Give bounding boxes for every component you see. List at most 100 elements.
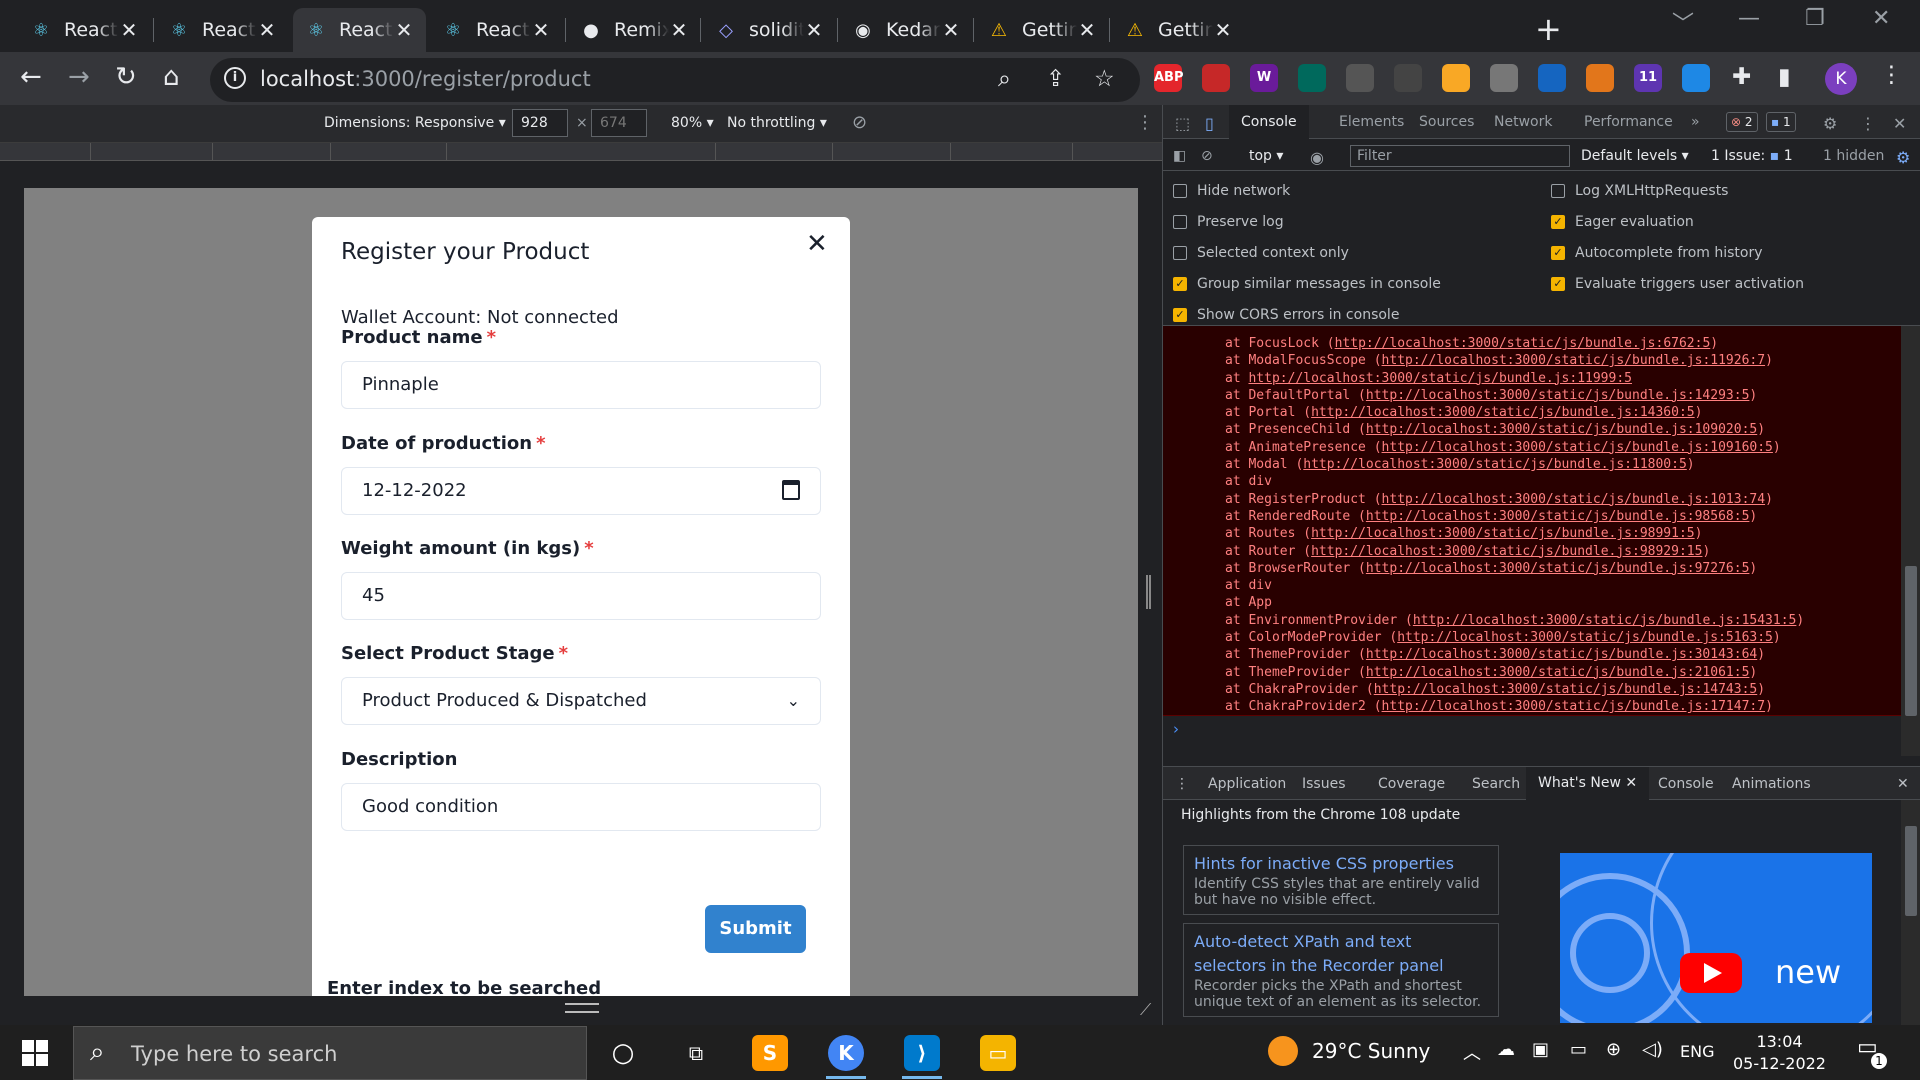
weather-text[interactable]: 29°C Sunny (1312, 1039, 1430, 1063)
w-icon[interactable]: W (1250, 64, 1278, 92)
tab-close-icon[interactable]: ✕ (531, 18, 551, 42)
close-tab-icon[interactable]: ✕ (1621, 775, 1637, 791)
product-name-input[interactable]: Pinnaple (341, 361, 821, 409)
minimize-icon[interactable]: — (1738, 6, 1760, 31)
viewport-width-input[interactable] (512, 109, 568, 137)
task-view-icon[interactable]: ⧉ (678, 1035, 714, 1071)
stack-link[interactable]: http://localhost:3000/static/js/bundle.j… (1366, 647, 1757, 662)
close-icon[interactable]: ✕ (806, 229, 828, 259)
browser-tab[interactable]: ⚛ React App✕ (293, 8, 426, 52)
browser-tab[interactable]: ● Remix - Ethereum IDE✕ (568, 8, 701, 52)
tab-close-icon[interactable]: ✕ (804, 18, 824, 42)
volume-icon[interactable]: ◁) (1642, 1039, 1663, 1060)
description-input[interactable]: Good condition (341, 783, 821, 831)
log-levels-select[interactable]: Default levels ▾ (1581, 148, 1689, 164)
cylinder-icon[interactable] (1346, 64, 1374, 92)
file-explorer-icon[interactable]: ▭ (980, 1035, 1016, 1071)
side-panel-icon[interactable]: ▮ (1778, 64, 1791, 90)
device-toggle-icon[interactable]: ▯ (1205, 114, 1214, 133)
viewport-height-handle[interactable] (565, 1003, 599, 1013)
stack-link[interactable]: http://localhost:3000/static/js/bundle.j… (1311, 405, 1695, 420)
console-option[interactable]: Log XMLHttpRequests (1551, 183, 1728, 199)
more-tabs-icon[interactable]: » (1691, 114, 1700, 130)
screen-ext-icon[interactable] (1682, 64, 1710, 92)
pdf-icon[interactable] (1202, 64, 1230, 92)
drawer-tab[interactable]: What's New ✕ (1526, 767, 1650, 800)
drawer-tab[interactable]: Animations (1732, 776, 1811, 792)
chart-ext-icon[interactable] (1298, 64, 1326, 92)
stack-link[interactable]: http://localhost:3000/static/js/bundle.j… (1366, 509, 1750, 524)
target-icon[interactable] (1394, 64, 1422, 92)
whatsnew-video-thumbnail[interactable]: new (1560, 853, 1872, 1023)
battery-icon[interactable]: ▭ (1570, 1039, 1587, 1060)
profile-avatar[interactable]: K (1825, 63, 1857, 95)
console-option[interactable]: Hide network (1173, 183, 1290, 199)
tab-close-icon[interactable]: ✕ (669, 18, 689, 42)
product-stage-select[interactable]: Product Produced & Dispatched ⌄ (341, 677, 821, 725)
browser-tab[interactable]: ⚛ React App✕ (18, 8, 151, 52)
new-tab-button[interactable]: + (1535, 10, 1562, 48)
taskbar-clock[interactable]: 13:04 05-12-2022 (1733, 1031, 1826, 1075)
stack-link[interactable]: http://localhost:3000/static/js/bundle.j… (1382, 353, 1766, 368)
whatsnew-feature-card[interactable]: Hints for inactive CSS properties Identif… (1183, 845, 1499, 915)
stack-link[interactable]: http://localhost:3000/static/js/bundle.j… (1382, 492, 1766, 507)
checkbox[interactable] (1173, 184, 1187, 198)
checkbox[interactable]: ✓ (1551, 246, 1565, 260)
console-option[interactable]: ✓ Eager evaluation (1551, 214, 1694, 230)
stack-link[interactable]: http://localhost:3000/static/js/bundle.j… (1248, 371, 1632, 386)
devtools-close-icon[interactable]: ✕ (1893, 114, 1906, 133)
vscode-icon[interactable]: ⟩ (904, 1035, 940, 1071)
feature-title[interactable]: Hints for inactive CSS properties (1194, 852, 1488, 876)
drawer-menu-icon[interactable]: ⋮ (1175, 776, 1189, 792)
share-icon[interactable]: ⇪ (1046, 66, 1065, 92)
submit-button[interactable]: Submit (705, 905, 806, 953)
stack-link[interactable]: http://localhost:3000/static/js/bundle.j… (1303, 457, 1687, 472)
tray-chevron-icon[interactable]: ︿ (1463, 1039, 1481, 1065)
viewport-height-input[interactable] (591, 109, 647, 137)
windows-start-icon[interactable] (22, 1040, 48, 1066)
extensions-puzzle-icon[interactable]: ✚ (1732, 64, 1751, 90)
cortana-icon[interactable]: ○ (605, 1035, 641, 1071)
chrome-icon[interactable]: K (828, 1035, 864, 1071)
corner-resize-icon[interactable]: ⟋ (1140, 1000, 1151, 1020)
stack-link[interactable]: http://localhost:3000/static/js/bundle.j… (1382, 699, 1766, 714)
browser-tab[interactable]: ◇ solidity✕ (703, 8, 836, 52)
checkbox[interactable]: ✓ (1551, 277, 1565, 291)
back-icon[interactable]: ← (20, 62, 42, 92)
checkbox[interactable]: ✓ (1173, 308, 1187, 322)
drawer-tab[interactable]: Coverage (1378, 776, 1445, 792)
drawer-tab[interactable]: Application (1208, 776, 1286, 792)
camera-tray-icon[interactable]: ▣ (1532, 1039, 1549, 1060)
language-indicator[interactable]: ENG (1680, 1042, 1714, 1061)
circle-ext-icon[interactable] (1538, 64, 1566, 92)
weight-input[interactable]: 45 (341, 572, 821, 620)
console-option[interactable]: Preserve log (1173, 214, 1284, 230)
tab-close-icon[interactable]: ✕ (119, 18, 139, 42)
throttling-select[interactable]: No throttling ▾ (727, 115, 827, 131)
forward-icon[interactable]: → (68, 62, 90, 92)
abp-icon[interactable]: ABP (1154, 64, 1184, 92)
stack-link[interactable]: http://localhost:3000/static/js/bundle.j… (1311, 544, 1702, 559)
tab-close-icon[interactable]: ✕ (394, 18, 414, 42)
calendar-icon[interactable] (782, 480, 800, 500)
stack-link[interactable]: http://localhost:3000/static/js/bundle.j… (1366, 388, 1750, 403)
issues-button[interactable]: 1 Issue: ▪ 1 (1711, 148, 1793, 164)
console-option[interactable]: ✓ Autocomplete from history (1551, 245, 1763, 261)
console-settings-gear-icon[interactable]: ⚙ (1896, 148, 1910, 167)
reload-icon[interactable]: ↻ (115, 62, 137, 92)
tab-close-icon[interactable]: ✕ (257, 18, 277, 42)
glasses-icon[interactable] (1490, 64, 1518, 92)
drawer-tab[interactable]: Issues (1302, 776, 1346, 792)
console-prompt[interactable]: › (1173, 720, 1179, 738)
settings-gear-icon[interactable]: ⚙ (1823, 114, 1837, 133)
inspect-element-icon[interactable]: ⬚ (1175, 114, 1190, 133)
weather-sun-icon[interactable] (1268, 1036, 1298, 1066)
console-option[interactable]: ✓ Show CORS errors in console (1173, 307, 1399, 323)
devtools-tab-console[interactable]: Console (1229, 105, 1309, 139)
stack-link[interactable]: http://localhost:3000/static/js/bundle.j… (1366, 561, 1750, 576)
devtools-tab-sources[interactable]: Sources (1419, 114, 1474, 130)
stack-link[interactable]: http://localhost:3000/static/js/bundle.j… (1335, 336, 1711, 351)
dimensions-select[interactable]: Dimensions: Responsive ▾ (324, 115, 506, 131)
feature-title[interactable]: Auto-detect XPath and text selectors in … (1194, 930, 1488, 978)
stack-icon[interactable] (1442, 64, 1470, 92)
